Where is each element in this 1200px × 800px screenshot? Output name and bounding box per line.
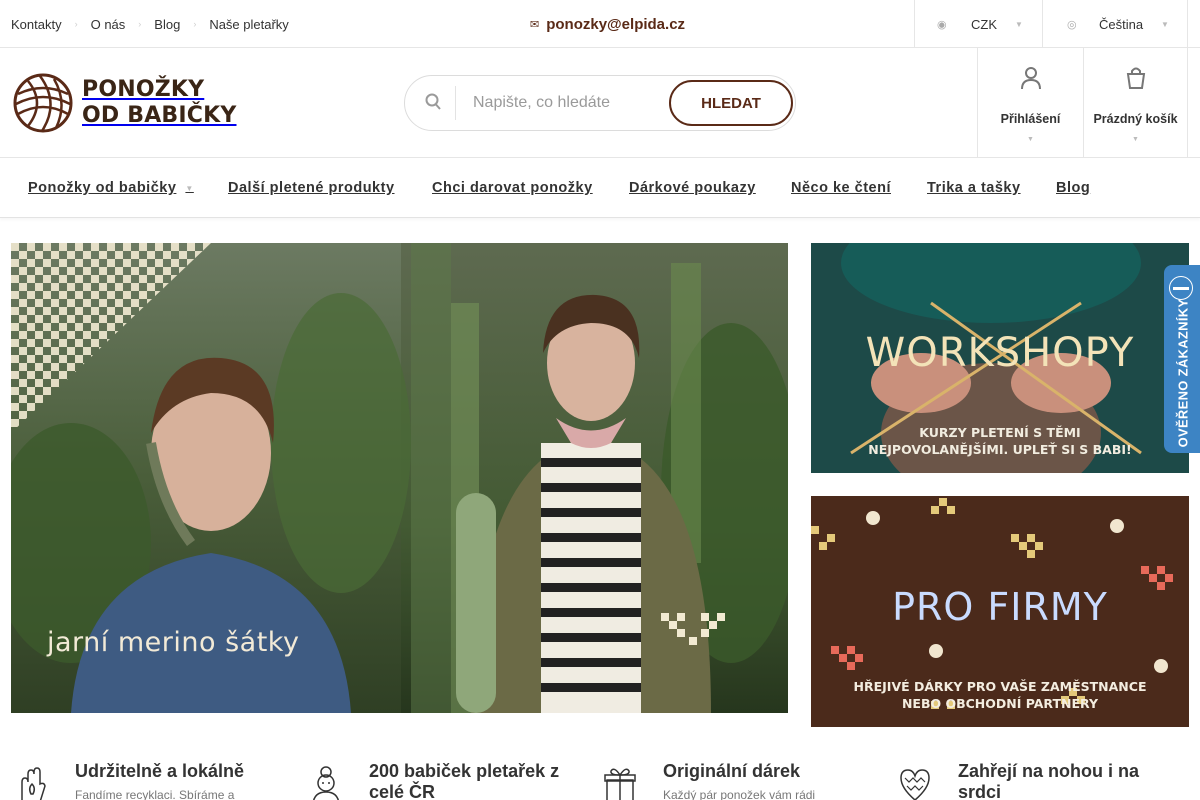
login-button[interactable]: Přihlášení ▼ [977,48,1083,158]
gift-icon [604,768,636,800]
benefit-warm-heart: Zahřejí na nohou i na srdci [899,756,1189,800]
yarn-ball-logo-icon [13,73,73,133]
benefit-title-line-1: Zahřejí na nohou i na [958,761,1140,781]
workshop-banner-subtitle: KURZY PLETENÍ S TĚMI NEJPOVOLANĚJŠÍMI. U… [811,424,1189,458]
chevron-down-icon: ▼ [185,183,194,193]
envelope-icon: ✉ [530,18,540,31]
benefit-title-line-1: 200 babiček pletařek z [369,761,560,781]
verified-by-customers-badge[interactable]: OVĚŘENO ZÁKAZNÍKY [1164,265,1200,453]
nav-item-dalsi-pletene-produkty[interactable]: Další pletené produkty [228,158,395,218]
site-logo[interactable]: PONOŽKY OD BABIČKY [12,72,252,134]
chevron-down-icon: ▼ [1161,19,1169,29]
logo-line-1: PONOŽKY [82,77,205,102]
logo-line-2: OD BABIČKY [82,103,237,128]
nav-item-ponozky-od-babicky[interactable]: Ponožky od babičky ▼ [28,158,194,218]
language-value: Čeština [1099,16,1144,32]
chevron-down-icon: ▼ [1015,19,1023,29]
top-link-o-nas[interactable]: O nás [91,17,126,32]
badge-label: OVĚŘENO ZÁKAZNÍKY [1175,298,1191,448]
firms-banner-subtitle: HŘEJIVÉ DÁRKY PRO VAŠE ZAMĚSTNANCE NEBO … [811,678,1189,712]
search-button[interactable]: HLEDAT [669,80,793,126]
workshop-banner-title: WORKSHOPY [865,330,1135,376]
benefit-grandmas: 200 babiček pletařek z celé ČR [310,756,590,800]
grandma-icon [313,766,339,800]
benefit-title-line-2: srdci [958,782,1002,800]
nav-item-label: Ponožky od babičky [28,180,177,196]
contact-email[interactable]: ✉ ponozky@elpida.cz [530,0,685,48]
language-selector[interactable]: ◎ Čeština ▼ [1042,0,1188,48]
main-navigation: Ponožky od babičky ▼ Další pletené produ… [0,158,1200,218]
site-header: PONOŽKY OD BABIČKY HLEDAT Přihlášení ▼ P… [0,48,1200,158]
contact-email-text: ponozky@elpida.cz [546,15,686,33]
nav-item-darkove-poukazy[interactable]: Dárkové poukazy [629,158,756,218]
chevron-down-icon: ▼ [1027,136,1034,143]
verified-seal-icon [1169,276,1193,300]
benefit-title: Originální dárek [663,761,801,781]
benefit-title-line-2: celé ČR [369,782,436,800]
top-bar: Kontakty › O nás › Blog › Naše pletařky … [0,0,1200,48]
search-icon [425,93,441,113]
benefit-description: Fandíme recyklaci. Sbíráme a [75,788,235,800]
logo-wordmark: PONOŽKY OD BABIČKY [82,77,237,129]
currency-selector[interactable]: ◉ CZK ▼ [914,0,1042,48]
search-divider [455,86,456,120]
top-links: Kontakty › O nás › Blog › Naše pletařky [11,0,289,48]
coins-icon: ◉ [937,18,947,31]
benefit-title: Udržitelně a lokálně [75,761,245,781]
cart-button[interactable]: Prázdný košík ▼ [1083,48,1188,158]
separator-icon: › [138,19,142,29]
top-link-kontakty[interactable]: Kontakty [11,17,62,32]
globe-icon: ◎ [1067,18,1077,31]
benefit-title: Zahřejí na nohou i na srdci [958,761,1139,800]
benefit-description: Každý pár ponožek vám rádi [663,788,816,800]
nav-item-neco-ke-cteni[interactable]: Něco ke čtení [791,158,891,218]
user-icon [978,66,1083,96]
benefit-sustainable: Udržitelně a lokálně Fandíme recyklaci. … [16,756,296,800]
nav-item-trika-a-tasky[interactable]: Trika a tašky [927,158,1021,218]
nav-item-chci-darovat-ponozky[interactable]: Chci darovat ponožky [432,158,593,218]
cart-label: Prázdný košík [1093,112,1178,126]
separator-icon: › [74,19,78,29]
cart-icon [1084,66,1187,96]
workshop-subtitle-line-2: NEJPOVOLANĚJŠÍMI. UPLEŤ SI S BABI! [868,442,1132,457]
search-input[interactable] [473,90,663,116]
search-bar: HLEDAT [404,75,796,131]
knitted-heart-icon [900,769,930,800]
top-link-blog[interactable]: Blog [154,17,180,32]
benefit-title: 200 babiček pletařek z celé ČR [369,761,559,800]
chevron-down-icon: ▼ [1132,136,1139,143]
separator-icon: › [193,19,197,29]
hand-leaf-icon [21,767,46,800]
currency-value: CZK [971,16,997,32]
top-link-nase-pletarky[interactable]: Naše pletařky [209,17,288,32]
login-label: Přihlášení [1000,112,1061,126]
firms-banner-title: PRO FIRMY [892,585,1108,629]
hero-banner-caption: jarní merino šátky [47,627,300,658]
firms-subtitle-line-1: HŘEJIVÉ DÁRKY PRO VAŠE ZAMĚSTNANCE [853,679,1147,694]
firms-subtitle-line-2: NEBO OBCHODNÍ PARTNERY [901,696,1099,711]
benefit-original-gift: Originální dárek Každý pár ponožek vám r… [604,756,884,800]
nav-item-blog[interactable]: Blog [1056,158,1090,218]
workshop-subtitle-line-1: KURZY PLETENÍ S TĚMI [919,425,1081,440]
